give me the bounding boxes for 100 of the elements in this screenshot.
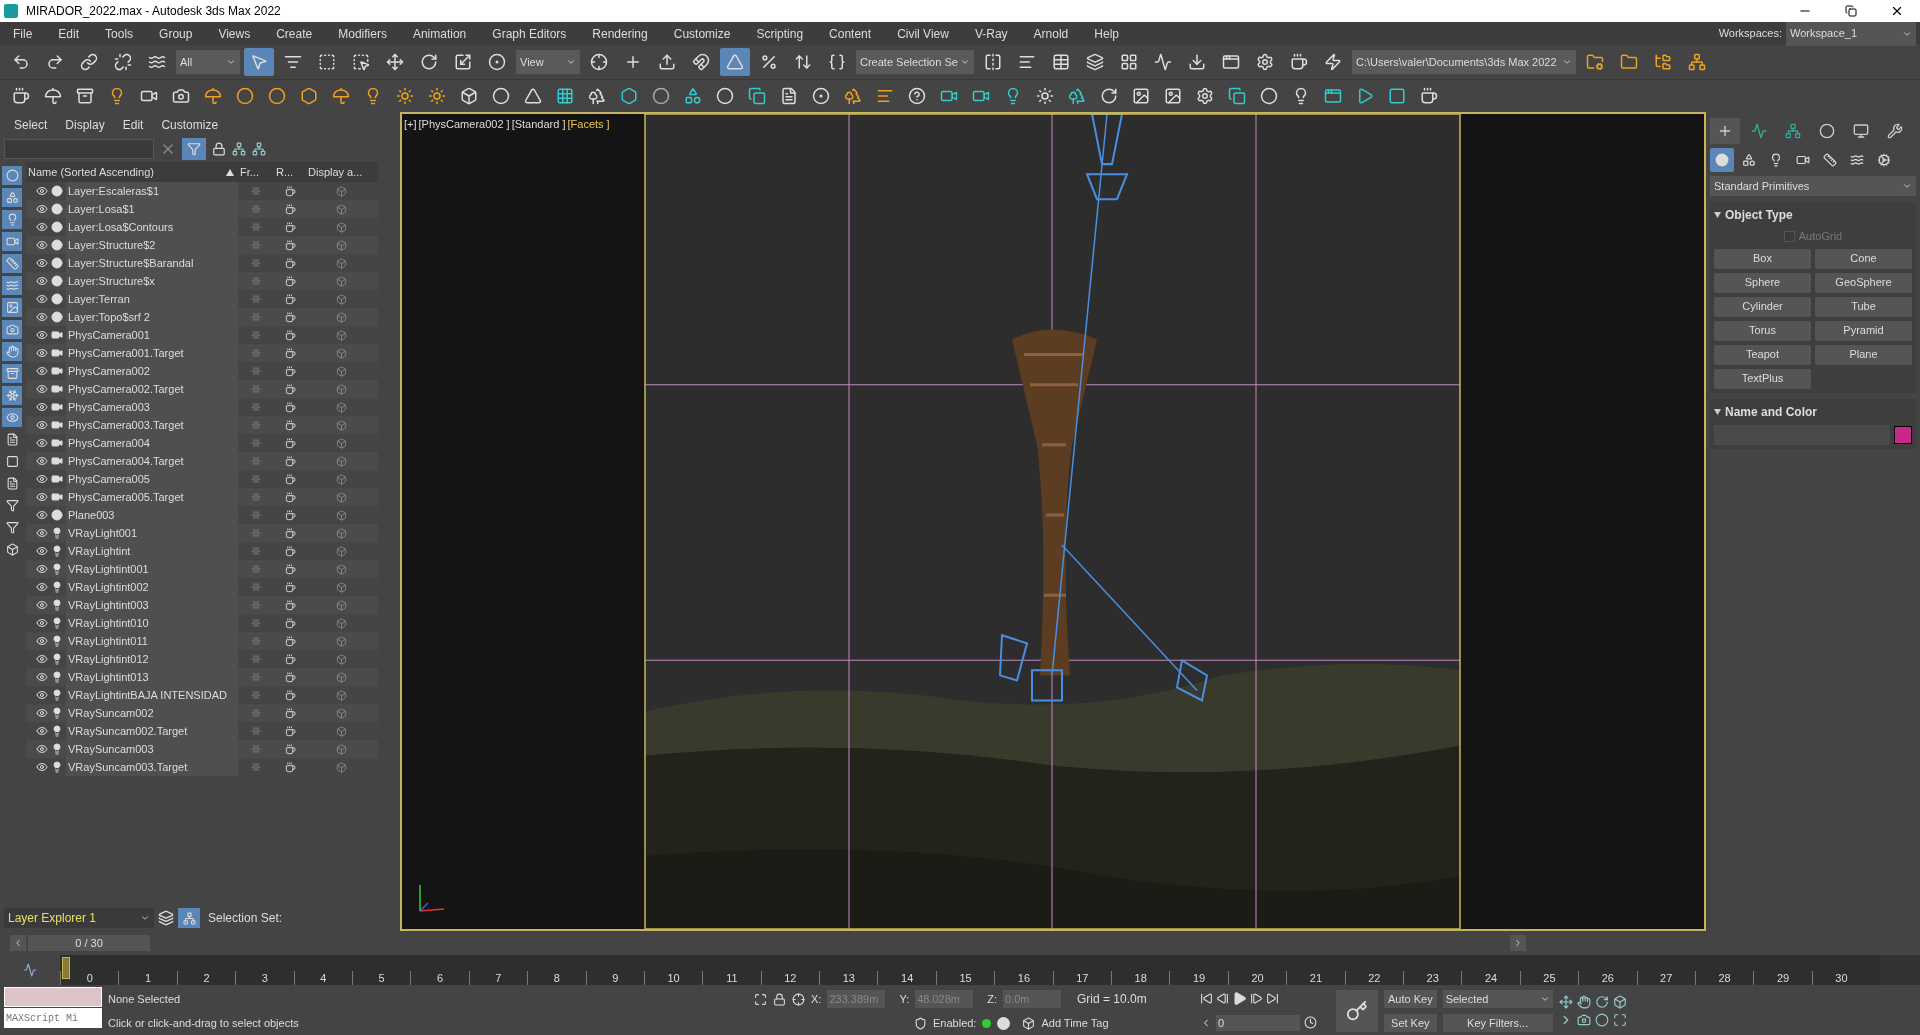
object-name[interactable]: Layer:Topo$srf 2 xyxy=(66,308,238,326)
primitive-button[interactable]: Cylinder xyxy=(1714,296,1811,317)
key-mode-dropdown[interactable]: Selected xyxy=(1442,990,1553,1008)
menu-item[interactable]: Customize xyxy=(660,24,744,43)
menu-item[interactable]: Tools xyxy=(92,24,147,43)
menu-item[interactable]: Animation xyxy=(399,24,480,43)
primitive-button[interactable]: Pyramid xyxy=(1815,320,1912,341)
object-name[interactable]: PhysCamera002 xyxy=(66,362,238,380)
column-header[interactable]: Display a... xyxy=(306,163,376,181)
primitive-button[interactable]: Box xyxy=(1714,248,1811,269)
object-name[interactable]: Layer:Structure$Barandal xyxy=(66,254,238,272)
column-header[interactable]: Fr... xyxy=(238,163,274,181)
menu-item[interactable]: Rendering xyxy=(579,24,661,43)
dropdown[interactable]: Create Selection Se xyxy=(856,50,974,74)
viewport-label[interactable]: [Standard ] xyxy=(511,116,566,133)
timeline-track[interactable]: 0 1 2 3 4 5 6 7 8 9 10 11 12 13 14 15 16 17 18 19 20 21 22 23 24 25 26 27 28 29 30 xyxy=(60,955,1880,985)
menu-item[interactable]: Modifiers xyxy=(325,24,400,43)
object-name[interactable]: VRayLightintBAJA INTENSIDAD xyxy=(66,686,238,704)
object-name[interactable]: Layer:Losa$Contours xyxy=(66,218,238,236)
object-name[interactable]: VRayLightint011 xyxy=(66,632,238,650)
primitive-button[interactable]: Teapot xyxy=(1714,344,1811,365)
object-name[interactable]: VRaySuncam003 xyxy=(66,740,238,758)
set-key-button[interactable]: Set Key xyxy=(1384,1014,1437,1032)
object-name[interactable]: VRayLightint001 xyxy=(66,560,238,578)
object-name[interactable]: PhysCamera005 xyxy=(66,470,238,488)
primitive-button[interactable]: Sphere xyxy=(1714,272,1811,293)
object-name[interactable]: Layer:Structure$x xyxy=(66,272,238,290)
explorer-menu-item[interactable]: Display xyxy=(65,116,105,134)
rollout-title[interactable]: Object Type xyxy=(1725,206,1793,224)
dropdown[interactable]: View xyxy=(516,50,580,74)
primitive-button[interactable]: Torus xyxy=(1714,320,1811,341)
object-name[interactable]: PhysCamera004 xyxy=(66,434,238,452)
object-name[interactable]: VRayLightint xyxy=(66,542,238,560)
object-name[interactable]: VRayLightint012 xyxy=(66,650,238,668)
object-name[interactable]: VRaySuncam003.Target xyxy=(66,758,238,776)
primitive-button[interactable]: GeoSphere xyxy=(1815,272,1912,293)
dropdown[interactable]: Workspace_1 xyxy=(1786,21,1916,46)
object-name[interactable]: PhysCamera001 xyxy=(66,326,238,344)
menu-item[interactable]: File xyxy=(0,24,46,43)
object-name[interactable]: PhysCamera002.Target xyxy=(66,380,238,398)
column-header[interactable]: Name (Sorted Ascending) xyxy=(26,163,226,181)
y-label: Y: xyxy=(899,992,910,1008)
object-name[interactable]: Layer:Escaleras$1 xyxy=(66,182,238,200)
explorer-menu-item[interactable]: Select xyxy=(14,116,48,134)
menu-item[interactable]: Create xyxy=(263,24,326,43)
frame-field[interactable]: 0 xyxy=(1216,1014,1300,1031)
timeline-tick: 3 xyxy=(235,971,294,985)
timeline-tick: 26 xyxy=(1578,971,1637,985)
object-name[interactable]: PhysCamera005.Target xyxy=(66,488,238,506)
object-name[interactable]: VRaySuncam002 xyxy=(66,704,238,722)
object-name[interactable]: PhysCamera003.Target xyxy=(66,416,238,434)
object-name[interactable]: VRayLightint002 xyxy=(66,578,238,596)
object-name[interactable]: PhysCamera001.Target xyxy=(66,344,238,362)
object-name[interactable]: VRayLightint010 xyxy=(66,614,238,632)
frame-slider-thumb[interactable]: 0 / 30 xyxy=(28,935,150,951)
key-filters-button[interactable]: Key Filters... xyxy=(1442,1014,1553,1032)
menu-item[interactable]: Graph Editors xyxy=(479,24,580,43)
menu-item[interactable]: Group xyxy=(146,24,206,43)
rollout-title[interactable]: Name and Color xyxy=(1725,402,1817,421)
object-name[interactable]: Layer:Structure$2 xyxy=(66,236,238,254)
viewport-label[interactable]: [+] xyxy=(404,116,417,133)
object-name[interactable]: Layer:Losa$1 xyxy=(66,200,238,218)
object-name[interactable]: Layer:Terran xyxy=(66,290,238,308)
primitive-button[interactable]: TextPlus xyxy=(1714,368,1811,389)
time-tag-text[interactable]: Add Time Tag xyxy=(1041,1015,1109,1032)
object-name[interactable]: VRaySuncam002.Target xyxy=(66,722,238,740)
dropdown[interactable]: All xyxy=(176,50,240,74)
timeline-tick: 17 xyxy=(1052,971,1112,985)
object-name[interactable]: VRayLightint013 xyxy=(66,668,238,686)
viewport-label[interactable]: [PhysCamera002 ] xyxy=(418,116,510,133)
primitives-dropdown[interactable]: Standard Primitives xyxy=(1710,176,1916,196)
explorer-dropdown[interactable]: Layer Explorer 1 xyxy=(4,908,154,928)
menu-item[interactable]: Arnold xyxy=(1020,24,1082,43)
column-header[interactable]: R... xyxy=(274,163,306,181)
menu-item[interactable]: V-Ray xyxy=(961,24,1021,43)
menu-item[interactable]: Scripting xyxy=(743,24,817,43)
menu-item[interactable]: Views xyxy=(205,24,264,43)
object-name[interactable]: Plane003 xyxy=(66,506,238,524)
primitive-button[interactable]: Plane xyxy=(1815,344,1912,365)
maxscript-field[interactable]: MAXScript Mi xyxy=(4,1008,102,1028)
menu-item[interactable]: Content xyxy=(816,24,885,43)
menu-item[interactable]: Edit xyxy=(45,24,93,43)
primitive-button[interactable]: Cone xyxy=(1815,248,1912,269)
auto-key-button[interactable]: Auto Key xyxy=(1384,990,1437,1008)
explorer-menu-item[interactable]: Edit xyxy=(122,116,144,134)
selection-set-label: Selection Set: xyxy=(208,910,283,927)
menu-item[interactable]: Help xyxy=(1081,24,1132,43)
explorer-menu-item[interactable]: Customize xyxy=(161,116,219,134)
viewport-label[interactable]: [Facets ] xyxy=(567,116,610,133)
object-name[interactable]: PhysCamera004.Target xyxy=(66,452,238,470)
primitive-button[interactable]: Tube xyxy=(1815,296,1912,317)
object-name[interactable]: VRayLight001 xyxy=(66,524,238,542)
timeline-tick: 8 xyxy=(527,971,586,985)
menu-item[interactable]: Civil View xyxy=(884,24,962,43)
object-name[interactable]: VRayLightint003 xyxy=(66,596,238,614)
x-label: X: xyxy=(811,992,822,1008)
dropdown[interactable]: C:\Users\valer\Documents\3ds Max 2022 xyxy=(1352,50,1576,74)
timeline-tick: 5 xyxy=(351,971,411,985)
object-name[interactable]: PhysCamera003 xyxy=(66,398,238,416)
frame-slider-track[interactable]: 0 / 30 xyxy=(28,935,1508,951)
